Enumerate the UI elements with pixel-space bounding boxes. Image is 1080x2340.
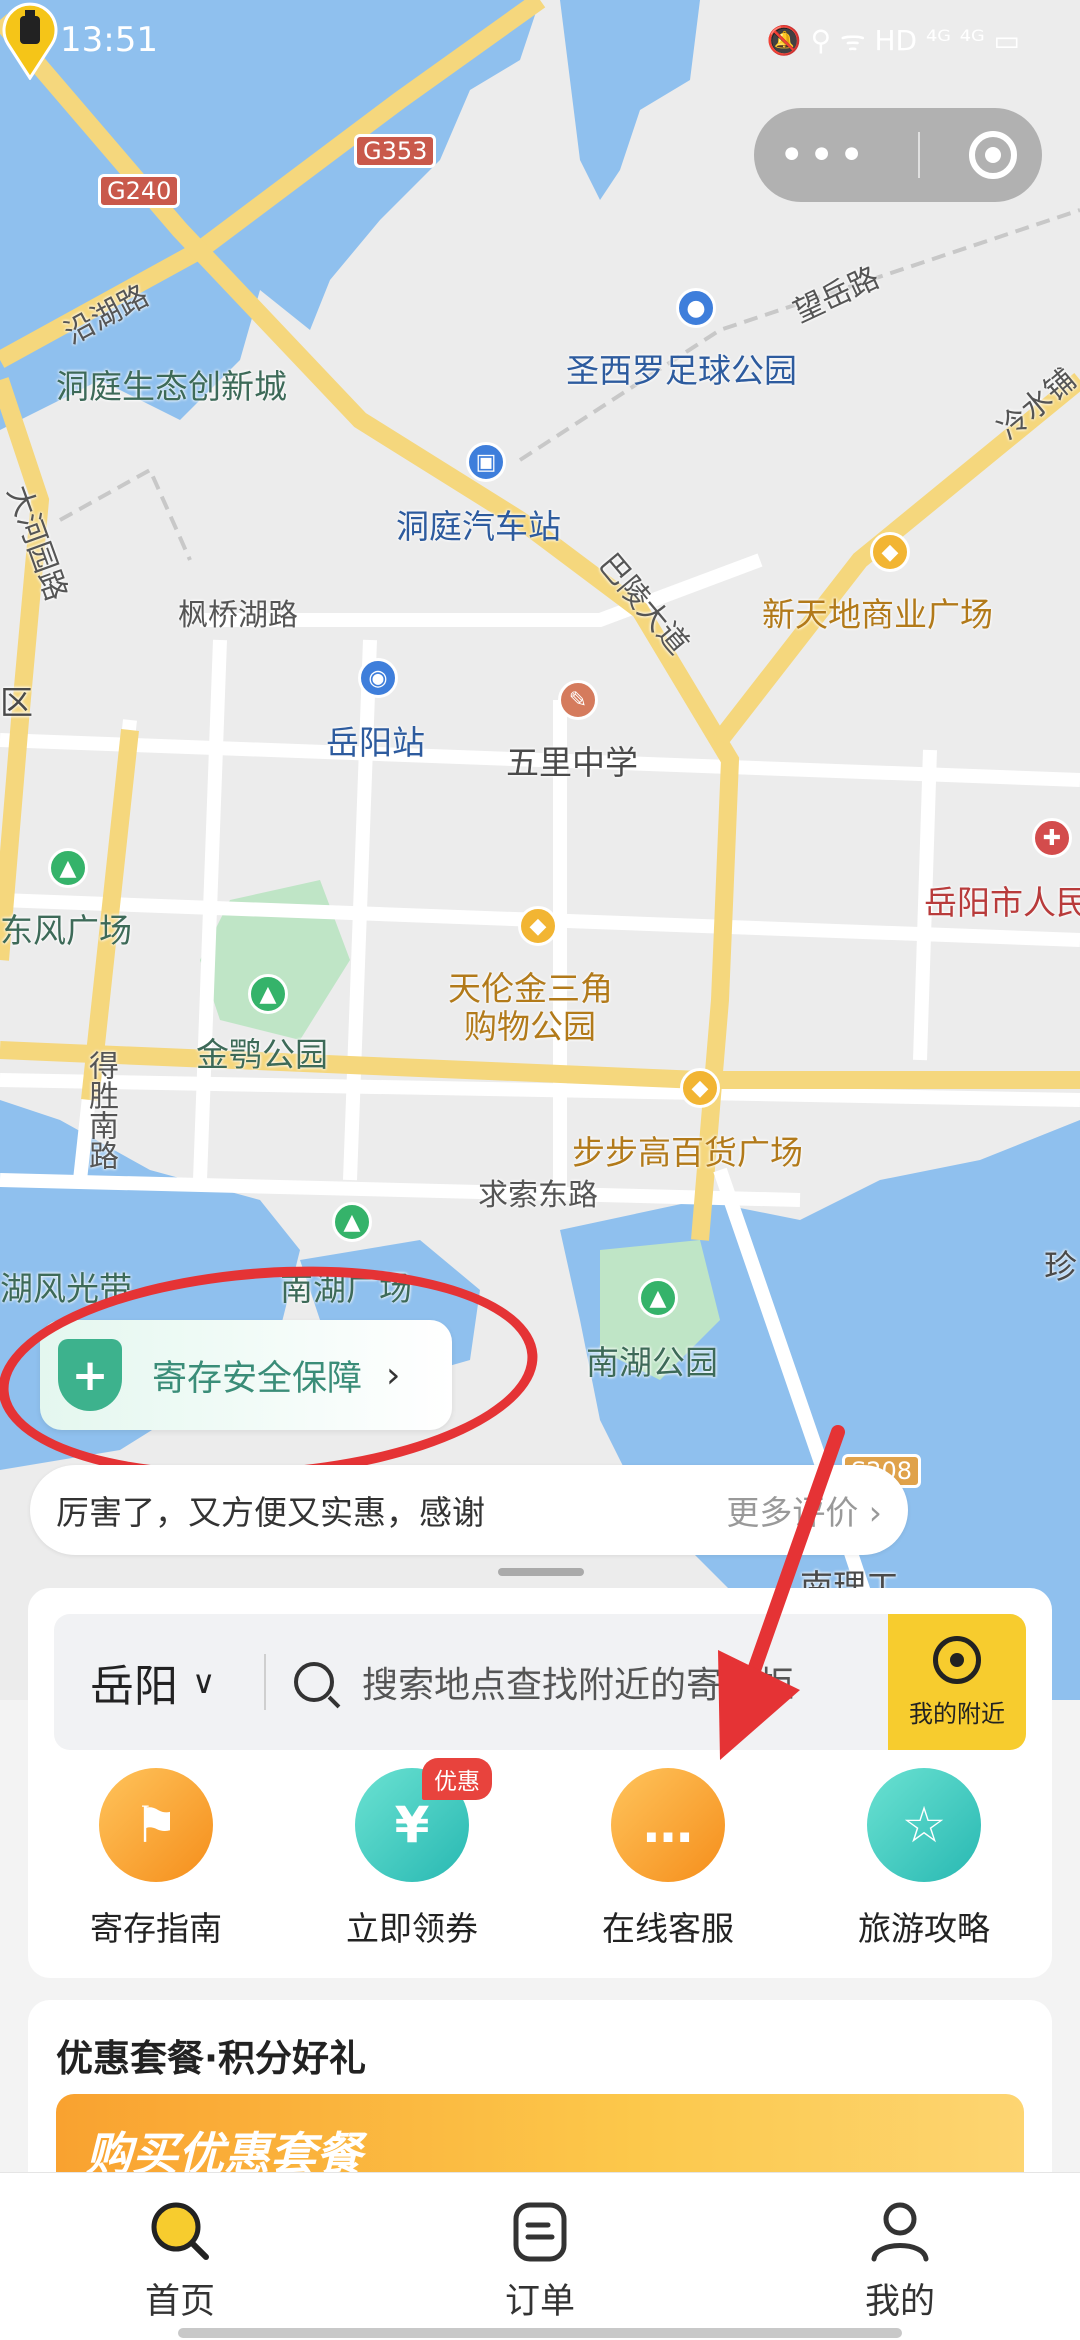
city-selector[interactable]: 岳阳 ∨ — [54, 1650, 264, 1714]
search-input[interactable]: 搜索地点查找附近的寄存柜 — [362, 1656, 888, 1708]
status-icons: 🔕 ⚲ ᯤ HD ⁴ᴳ ⁴ᴳ ▭ — [766, 24, 1020, 57]
tab-label: 我的 — [864, 2282, 935, 2322]
target-icon[interactable] — [969, 131, 1018, 179]
chevron-down-icon: ∨ — [192, 1663, 216, 1701]
place-hospital: 岳阳市人民 — [924, 883, 1080, 922]
signpost-icon: ⚑ — [99, 1768, 213, 1882]
stadium-icon: ● — [676, 288, 716, 328]
road-label-fengqiaohu: 枫桥湖路 — [178, 598, 298, 633]
status-bar: 13:51 🔕 ⚲ ᯤ HD ⁴ᴳ ⁴ᴳ ▭ — [0, 0, 1080, 80]
more-reviews-link[interactable]: 更多评价 › — [726, 1486, 882, 1534]
shopping-icon: ◆ — [680, 1068, 720, 1108]
search-panel: 岳阳 ∨ 搜索地点查找附近的寄存柜 我的附近 ⚑ 寄存指南 ¥ 优惠 立即领券 … — [28, 1588, 1052, 1978]
review-ticker[interactable]: 厉害了，又方便又实惠，感谢 更多评价 › — [30, 1465, 908, 1555]
tab-bar: 首页 订单 我的 — [0, 2172, 1080, 2340]
review-text: 厉害了，又方便又实惠，感谢 — [56, 1493, 485, 1532]
search-icon — [294, 1662, 334, 1702]
tab-label: 订单 — [504, 2282, 575, 2322]
tree-icon: ▲ — [248, 974, 288, 1014]
locate-icon — [933, 1635, 981, 1684]
place-tianlun-2: 购物公园 — [464, 1007, 596, 1046]
place-bus-station: 洞庭汽车站 — [396, 507, 561, 546]
discount-badge: 优惠 — [422, 1758, 492, 1800]
place-nanhu-park: 南湖公园 — [586, 1343, 718, 1382]
chat-icon: … — [611, 1768, 725, 1882]
place-station: 岳阳站 — [326, 723, 425, 762]
miniprogram-capsule: ••• — [754, 108, 1042, 202]
search-row: 岳阳 ∨ 搜索地点查找附近的寄存柜 我的附近 — [54, 1614, 1026, 1750]
quick-travel-guide[interactable]: ☆ 旅游攻略 — [796, 1768, 1052, 1958]
more-dots-icon[interactable]: ••• — [779, 130, 869, 181]
status-time: 13:51 — [60, 20, 158, 60]
place-stadium: 圣西罗足球公园 — [566, 351, 797, 390]
search-divider — [264, 1654, 266, 1710]
quick-label: 旅游攻略 — [858, 1909, 990, 1948]
nearby-button[interactable]: 我的附近 — [888, 1614, 1026, 1750]
place-school: 五里中学 — [506, 743, 638, 782]
quick-label: 在线客服 — [602, 1909, 734, 1948]
gesture-bar[interactable] — [178, 2328, 902, 2338]
place-qu: 区 — [0, 683, 33, 722]
nearby-label: 我的附近 — [909, 1699, 1005, 1728]
quick-storage-guide[interactable]: ⚑ 寄存指南 — [28, 1768, 284, 1958]
profile-icon — [871, 2202, 929, 2262]
tree-icon: ▲ — [48, 848, 88, 888]
quick-coupon[interactable]: ¥ 优惠 立即领券 — [284, 1758, 540, 1958]
shopping-icon: ◆ — [518, 906, 558, 946]
place-xintiandi: 新天地商业广场 — [762, 595, 993, 634]
road-label-qiusuo: 求索东路 — [478, 1178, 598, 1213]
shopping-icon: ◆ — [870, 532, 910, 572]
hospital-icon: ✚ — [1032, 818, 1072, 858]
tree-icon: ▲ — [332, 1202, 372, 1242]
promo-section: 优惠套餐·积分好礼 购买优惠套餐 — [28, 2000, 1052, 2200]
place-dongfeng: 东风广场 — [0, 911, 132, 950]
city-name: 岳阳 — [90, 1661, 178, 1712]
tab-home[interactable]: 首页 — [0, 2173, 360, 2340]
place-bubugao: 步步高百货广场 — [572, 1133, 803, 1172]
capsule-divider — [917, 132, 920, 178]
home-search-icon — [151, 2202, 209, 2260]
promo-title: 优惠套餐·积分好礼 — [56, 2037, 367, 2080]
quick-actions: ⚑ 寄存指南 ¥ 优惠 立即领券 … 在线客服 ☆ 旅游攻略 — [28, 1758, 1052, 1958]
tab-label: 首页 — [144, 2282, 215, 2322]
tab-orders[interactable]: 订单 — [360, 2173, 720, 2340]
bus-icon: ▣ — [466, 442, 506, 482]
school-icon: ✎ — [558, 680, 598, 720]
tab-profile[interactable]: 我的 — [720, 2173, 1080, 2340]
train-icon: ◉ — [358, 658, 398, 698]
place-zhen: 珍 — [1044, 1247, 1077, 1286]
highway-shield-g353: G353 — [354, 134, 437, 168]
highway-shield-g240: G240 — [98, 174, 181, 208]
order-icon — [513, 2202, 567, 2262]
place-dongting-eco: 洞庭生态创新城 — [56, 367, 287, 406]
sheet-drag-handle[interactable] — [498, 1568, 584, 1576]
tree-icon: ▲ — [638, 1278, 678, 1318]
place-jine-park: 金鹗公园 — [196, 1035, 328, 1074]
quick-label: 寄存指南 — [90, 1909, 222, 1948]
road-label-desheng: 得胜南路 — [83, 1050, 118, 1170]
quick-label: 立即领券 — [346, 1909, 478, 1948]
guide-book-icon: ☆ — [867, 1768, 981, 1882]
quick-customer-service[interactable]: … 在线客服 — [540, 1768, 796, 1958]
